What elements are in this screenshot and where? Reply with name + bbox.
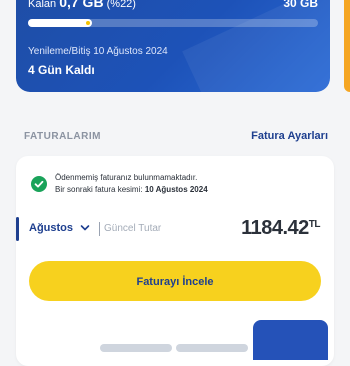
remaining-amount: 0,7 GB xyxy=(59,0,104,10)
package-total: 30 GB xyxy=(283,0,318,10)
check-circle-icon xyxy=(31,176,47,192)
usage-progress-bar xyxy=(28,19,318,27)
period-indicator xyxy=(16,217,19,241)
bottom-tab-2[interactable] xyxy=(176,344,248,352)
bottom-tab-1[interactable] xyxy=(100,344,172,352)
review-invoice-button[interactable]: Faturayı İncele xyxy=(29,261,321,301)
next-invoice-notice: Bir sonraki fatura kesimi: 10 Ağustos 20… xyxy=(55,185,208,194)
renewal-date: Yenileme/Bitiş 10 Ağustos 2024 xyxy=(28,46,168,57)
currency-symbol: TL xyxy=(308,219,321,230)
next-card-edge[interactable] xyxy=(344,0,350,92)
amount-number: 1184.42 xyxy=(241,217,309,239)
no-unpaid-notice: Ödenmemiş faturanız bulunmamaktadır. xyxy=(55,173,198,182)
remaining-percent: (%22) xyxy=(106,0,136,10)
invoice-amount: 1184.42TL xyxy=(241,217,320,240)
current-amount-label: Güncel Tutar xyxy=(104,223,162,234)
section-title: FATURALARIM xyxy=(24,131,101,142)
remaining-label: Kalan xyxy=(28,0,57,10)
divider xyxy=(99,222,100,236)
progress-marker xyxy=(85,21,90,25)
month-selector[interactable]: Ağustos xyxy=(29,222,73,234)
usage-progress-fill xyxy=(28,19,92,27)
remaining-data: Kalan 0,7 GB (%22) xyxy=(28,0,136,10)
package-usage-card[interactable]: Kalan 0,7 GB (%22) 30 GB Yenileme/Bitiş … xyxy=(16,0,330,92)
invoice-settings-link[interactable]: Fatura Ayarları xyxy=(251,130,328,142)
next-invoice-date: 10 Ağustos 2024 xyxy=(144,185,208,194)
bottom-action-tile[interactable] xyxy=(253,320,328,360)
days-left: 4 Gün Kaldı xyxy=(28,63,95,77)
chevron-down-icon[interactable] xyxy=(80,223,90,233)
next-invoice-label: Bir sonraki fatura kesimi: xyxy=(55,185,145,194)
